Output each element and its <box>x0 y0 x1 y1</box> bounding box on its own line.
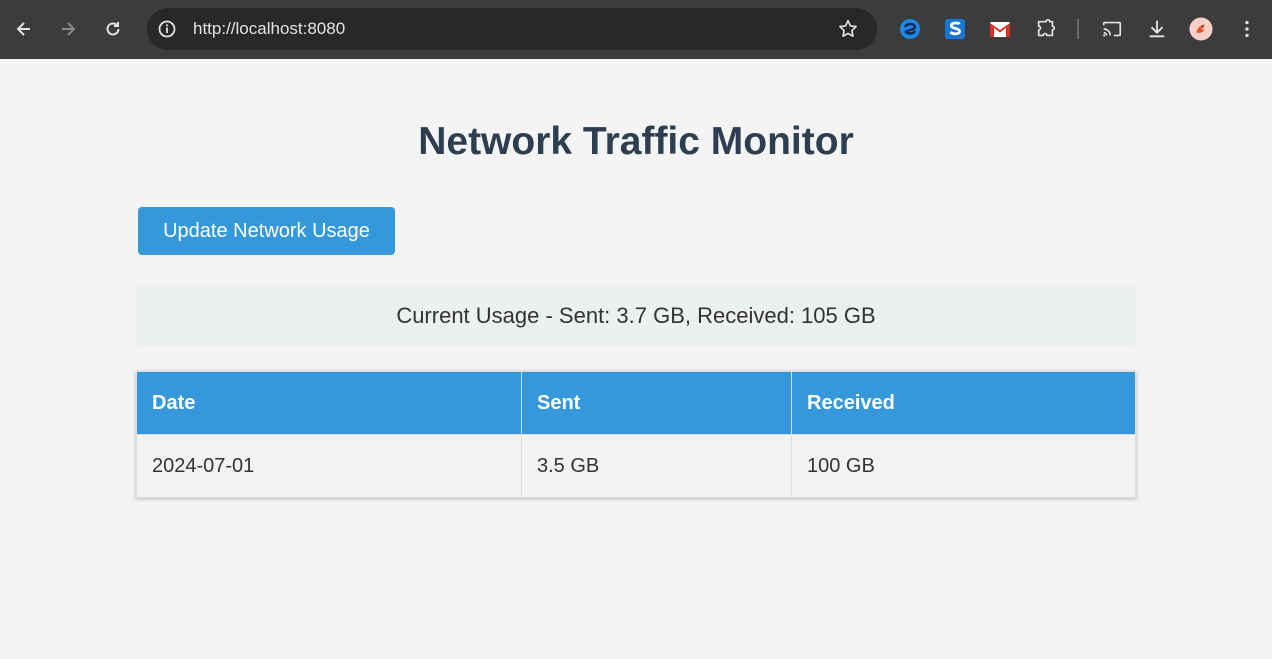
puzzle-extensions-icon[interactable] <box>1034 17 1058 41</box>
current-usage-panel: Current Usage - Sent: 3.7 GB, Received: … <box>136 285 1136 346</box>
cell-received: 100 GB <box>791 434 1136 498</box>
star-icon[interactable] <box>837 18 859 40</box>
s-extension-icon[interactable] <box>943 17 967 41</box>
column-header-received: Received <box>791 371 1136 435</box>
address-bar[interactable]: http://localhost:8080 <box>147 8 877 50</box>
back-arrow-icon <box>16 22 30 36</box>
browser-toolbar: http://localhost:8080 <box>0 0 1272 59</box>
column-header-date: Date <box>136 371 522 435</box>
blue-swirl-extension-icon[interactable] <box>898 17 922 41</box>
table-row: 2024-07-01 3.5 GB 100 GB <box>136 434 1136 498</box>
current-usage-text: Current Usage - Sent: 3.7 GB, Received: … <box>396 302 876 328</box>
url-text[interactable]: http://localhost:8080 <box>193 19 345 39</box>
download-icon[interactable] <box>1145 17 1169 41</box>
cell-date: 2024-07-01 <box>136 434 522 498</box>
forward-arrow-icon <box>62 22 76 36</box>
back-button[interactable] <box>7 12 41 46</box>
forward-button[interactable] <box>51 12 85 46</box>
reload-button[interactable] <box>96 12 130 46</box>
info-icon[interactable] <box>157 19 177 39</box>
column-header-sent: Sent <box>521 371 792 435</box>
table-header-row: Date Sent Received <box>136 371 1136 435</box>
kebab-menu-icon[interactable] <box>1235 17 1259 41</box>
reload-icon <box>106 22 120 36</box>
usage-table: Date Sent Received 2024-07-01 3.5 GB 100… <box>136 371 1136 498</box>
toolbar-divider <box>1077 19 1079 39</box>
page-title: Network Traffic Monitor <box>418 120 854 163</box>
avatar[interactable] <box>1189 17 1213 41</box>
gmail-extension-icon[interactable] <box>988 17 1012 41</box>
update-network-usage-button[interactable]: Update Network Usage <box>138 207 395 255</box>
cell-sent: 3.5 GB <box>521 434 792 498</box>
cast-icon[interactable] <box>1100 17 1124 41</box>
